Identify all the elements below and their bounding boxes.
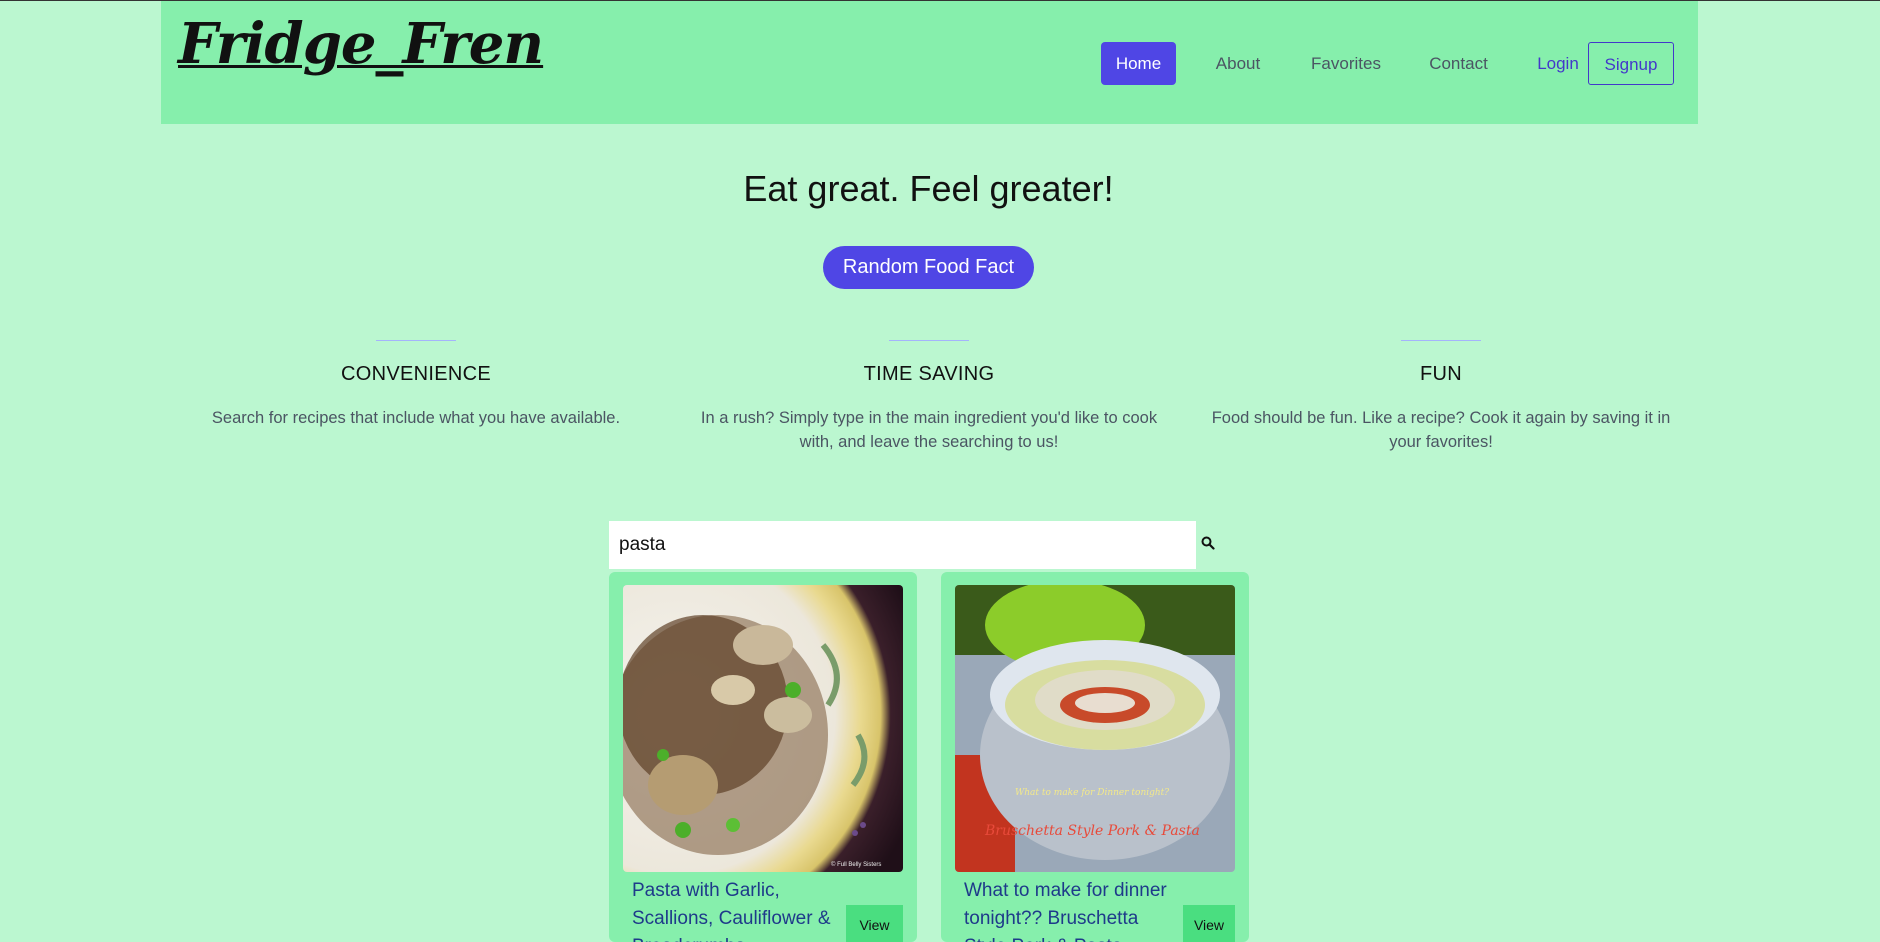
feature-divider [1401, 340, 1481, 341]
feature-title: CONVENIENCE [341, 363, 491, 385]
random-food-fact-button[interactable]: Random Food Fact [823, 246, 1034, 289]
recipe-card: © Full Belly Sisters Pasta with Garlic, … [609, 572, 917, 942]
nav-favorites-link[interactable]: Favorites [1291, 42, 1401, 85]
feature-text: Search for recipes that include what you… [211, 409, 621, 427]
feature-title: FUN [1419, 363, 1462, 385]
feature-fun: FUN Food should be fun. Like a recipe? C… [1206, 340, 1676, 454]
nav-contact-link[interactable]: Contact [1406, 42, 1511, 85]
recipe-card: What to make for Dinner tonight? Brusche… [941, 572, 1249, 942]
image-caption-small: What to make for Dinner tonight? [1015, 788, 1169, 798]
hero-title: Eat great. Feel greater! [743, 168, 1114, 209]
search-icon [1201, 536, 1215, 555]
image-caption-large: Bruschetta Style Pork & Pasta [984, 823, 1200, 839]
nav-about-link[interactable]: About [1198, 42, 1278, 85]
feature-divider [376, 340, 456, 341]
feature-text: Food should be fun. Like a recipe? Cook … [1211, 409, 1671, 451]
nav-login-link[interactable]: Login [1523, 42, 1593, 85]
recipe-image[interactable]: What to make for Dinner tonight? Brusche… [955, 585, 1235, 872]
search-button[interactable] [1196, 521, 1220, 569]
feature-convenience: CONVENIENCE Search for recipes that incl… [181, 340, 651, 430]
search-box [609, 521, 1196, 569]
watermark: © Full Belly Sisters [831, 861, 881, 868]
site-logo[interactable]: Fridge_Fren [178, 11, 544, 77]
nav-home-link[interactable]: Home [1101, 42, 1176, 85]
navbar: Fridge_Fren Home About Favorites Contact… [161, 1, 1698, 124]
feature-time-saving: TIME SAVING In a rush? Simply type in th… [694, 340, 1164, 454]
feature-text: In a rush? Simply type in the main ingre… [700, 409, 1158, 451]
view-recipe-button[interactable]: View [846, 905, 903, 942]
recipe-title-link[interactable]: Pasta with Garlic, Scallions, Cauliflowe… [632, 877, 842, 942]
recipe-title-link[interactable]: What to make for dinner tonight?? Brusch… [964, 877, 1174, 942]
recipe-image[interactable]: © Full Belly Sisters [623, 585, 903, 872]
search-input[interactable] [609, 521, 1196, 569]
feature-divider [889, 340, 969, 341]
feature-title: TIME SAVING [863, 363, 995, 385]
nav-signup-button[interactable]: Signup [1588, 42, 1674, 85]
view-recipe-button[interactable]: View [1183, 905, 1235, 942]
